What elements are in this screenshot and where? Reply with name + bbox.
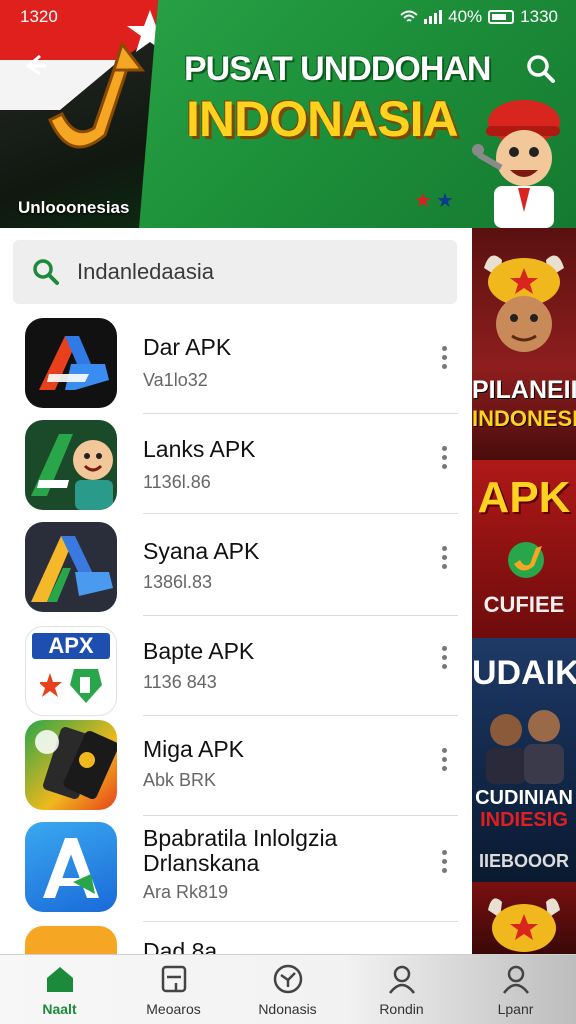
status-time-left: 1320	[20, 7, 58, 26]
a-logo-icon	[39, 336, 109, 390]
app-icon-lanks	[25, 420, 117, 510]
ad-3-line4: IIEBOOOR	[478, 851, 569, 871]
more-options-button[interactable]	[432, 744, 456, 774]
app-subtitle: Va1lo32	[143, 370, 208, 390]
ad-people-icon	[486, 710, 564, 784]
app-screen: Unlooonesias PUSAT UNDDOHAN INDONASIA ★ ★…	[0, 0, 576, 1024]
search-bar[interactable]: Indanledaasia	[13, 240, 457, 304]
app-name: Dad 8a	[143, 938, 218, 954]
list-item[interactable]: Lanks APK 1136l.86	[0, 414, 472, 514]
ad-3-line3: INDIESIG	[480, 809, 568, 831]
app-list-panel: Indanledaasia Dar APK Va1lo32 Lanks APK …	[0, 228, 472, 954]
banner-title-line1: PUSAT UNDDOHAN	[184, 50, 491, 88]
app-name: Miga APK	[143, 736, 244, 762]
app-icon-bapte: APX	[25, 626, 117, 716]
cards-logo-icon	[35, 727, 117, 800]
back-button[interactable]	[18, 52, 52, 86]
tab-label: Meoaros	[146, 1001, 201, 1017]
status-time-right: 1330	[520, 7, 558, 26]
tab-account[interactable]: Lpanr	[458, 955, 573, 1024]
back-arrow-icon	[25, 54, 46, 76]
ads-column: PILANEII INDONESIA APK CUFIEE UDAIK CUDI…	[472, 228, 576, 954]
ad-3-line2: CUDINIAN	[475, 787, 573, 809]
banner-caption: Unlooonesias	[18, 198, 130, 217]
search-input-text[interactable]: Indanledaasia	[77, 259, 214, 285]
app-subtitle: 1136 843	[143, 672, 217, 692]
tab-label: Lpanr	[497, 1001, 534, 1017]
app-icon-miga	[25, 720, 117, 810]
document-icon	[161, 965, 187, 993]
banner-artwork: Unlooonesias	[0, 0, 158, 228]
compass-icon	[273, 964, 303, 994]
ad-banner-4[interactable]	[472, 882, 576, 954]
list-item[interactable]: Dar APK Va1lo32	[0, 314, 472, 414]
ad-character-icon	[484, 255, 564, 352]
row-divider	[143, 921, 458, 922]
app-name: Syana APK	[143, 538, 260, 564]
row-divider	[143, 513, 458, 514]
home-icon	[47, 967, 73, 992]
tab-label: Naalt	[42, 1001, 77, 1017]
more-options-button[interactable]	[432, 642, 456, 672]
app-icon-partial	[25, 926, 117, 954]
list-item[interactable]: APX Bapte APK 1136 843	[0, 616, 472, 716]
ad-1-line1: PILANEII	[472, 376, 576, 404]
status-bar: 1320 40% 1330	[0, 0, 576, 34]
wifi-icon	[400, 10, 418, 22]
star-shield-icon	[40, 669, 102, 703]
app-subtitle: Abk BRK	[143, 770, 217, 790]
ad-1-line2: INDONESIA	[472, 406, 576, 431]
ad-banner-3[interactable]: UDAIK CUDINIAN INDIESIG IIEBOOOR	[472, 638, 576, 882]
a-gradient-logo-icon	[31, 536, 113, 602]
a-white-logo-icon	[43, 838, 99, 898]
app-subtitle: 1386l.83	[143, 572, 213, 592]
app-icon-bpabratila	[25, 822, 117, 912]
decorative-stars: ★ ★	[414, 190, 454, 212]
app-name: Bpabratila Inlolgzia Drlanskana	[143, 825, 338, 876]
banner-title-line2: INDONASIA	[186, 91, 459, 147]
ad-2-line1: APK	[477, 473, 571, 522]
user-icon	[503, 965, 529, 994]
list-item[interactable]: Miga APK Abk BRK	[0, 716, 472, 816]
app-name: Bapte APK	[143, 638, 255, 664]
app-subtitle: 1136l.86	[143, 472, 211, 492]
tab-profile[interactable]: Rondin	[344, 955, 459, 1024]
mascot-illustration	[472, 100, 560, 228]
user-icon	[389, 965, 415, 994]
tab-label: Ndonasis	[258, 1001, 317, 1017]
bottom-navigation: Naalt Meoaros Ndonasis Rondin Lpanr	[0, 954, 576, 1024]
app-name: Lanks APK	[143, 436, 256, 462]
header-search-button[interactable]	[522, 50, 560, 88]
app-icon-syana	[25, 522, 117, 612]
ad-banner-1[interactable]: PILANEII INDONESIA	[472, 228, 576, 460]
ad-helmet-icon	[488, 898, 560, 952]
header-banner: Unlooonesias PUSAT UNDDOHAN INDONASIA ★ ★	[0, 0, 576, 228]
list-item[interactable]: Syana APK 1386l.83	[0, 516, 472, 616]
ad-logo-icon	[508, 542, 544, 578]
apx-label: APX	[32, 633, 110, 659]
ad-2-line2: CUFIEE	[483, 592, 565, 617]
tab-messages[interactable]: Meoaros	[116, 955, 231, 1024]
search-icon	[33, 259, 59, 285]
list-item[interactable]: Bpabratila Inlolgzia Drlanskana Ara Rk81…	[0, 816, 472, 922]
more-options-button[interactable]	[432, 342, 456, 372]
more-options-button[interactable]	[432, 442, 456, 472]
ad-banner-2[interactable]: APK CUFIEE	[472, 460, 576, 638]
a-mascot-logo-icon	[31, 434, 113, 510]
tab-home[interactable]: Naalt	[2, 955, 117, 1024]
app-icon-dar	[25, 318, 117, 408]
ad-3-line1: UDAIK	[472, 654, 576, 692]
tab-label: Rondin	[379, 1001, 424, 1017]
tab-indonesia[interactable]: Ndonasis	[230, 955, 345, 1024]
more-options-button[interactable]	[432, 542, 456, 572]
more-options-button[interactable]	[432, 846, 456, 876]
app-name: Dar APK	[143, 334, 232, 360]
battery-icon	[488, 10, 515, 24]
app-subtitle: Ara Rk819	[143, 882, 229, 902]
signal-icon	[424, 10, 443, 24]
battery-percent: 40%	[448, 7, 483, 26]
search-icon	[527, 55, 555, 83]
list-item[interactable]: Dad 8a	[0, 924, 472, 954]
